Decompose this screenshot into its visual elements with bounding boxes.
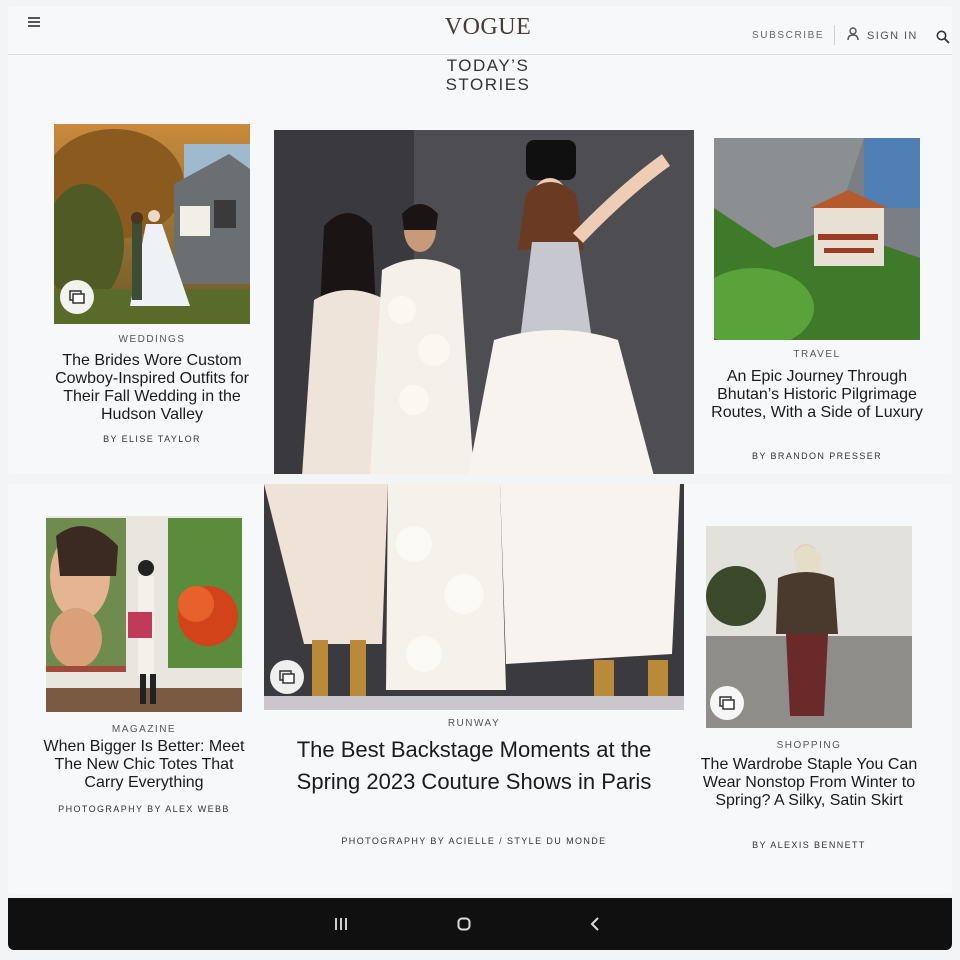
travel-category[interactable]: TRAVEL — [714, 349, 920, 360]
travel-photo — [714, 138, 920, 340]
shopping-category[interactable]: SHOPPING — [706, 740, 912, 751]
header-rule — [8, 54, 952, 55]
device-frame: VOGUE SUBSCRIBE SIGN IN TODAY’S STORIES — [0, 0, 960, 960]
recents-button[interactable] — [326, 916, 356, 932]
section-title-line2: STORIES — [445, 75, 531, 94]
header-divider — [834, 25, 835, 45]
weddings-byline: BY ELISE TAYLOR — [103, 434, 201, 444]
magazine-photo — [46, 516, 242, 712]
runway-story-image[interactable] — [264, 484, 684, 710]
magazine-byline: PHOTOGRAPHY BY ALEX WEBB — [58, 804, 230, 814]
subscribe-link[interactable]: SUBSCRIBE — [752, 30, 824, 41]
runway-headline[interactable]: The Best Backstage Moments at the Spring… — [270, 734, 678, 798]
runway-photo-bottom — [264, 484, 684, 710]
weddings-category[interactable]: WEDDINGS — [54, 334, 250, 345]
magazine-headline[interactable]: When Bigger Is Better: Meet The New Chic… — [38, 738, 250, 792]
gallery-icon — [69, 290, 85, 304]
back-icon — [590, 917, 599, 931]
home-button[interactable] — [449, 916, 479, 932]
home-icon — [457, 917, 471, 931]
shopping-byline: BY ALEXIS BENNETT — [752, 840, 866, 850]
hamburger-icon[interactable] — [28, 17, 40, 27]
bottom-screen: MAGAZINE When Bigger Is Better: Meet The… — [8, 484, 952, 894]
shopping-headline[interactable]: The Wardrobe Staple You Can Wear Nonstop… — [698, 756, 920, 810]
shopping-story-image[interactable] — [706, 526, 912, 728]
section-title: TODAY’S STORIES — [428, 56, 548, 94]
search-icon[interactable] — [936, 30, 950, 44]
runway-photo-top — [274, 130, 694, 474]
travel-story-image[interactable] — [714, 138, 920, 340]
travel-headline[interactable]: An Epic Journey Through Bhutan’s Histori… — [706, 368, 928, 422]
runway-story-image-top[interactable] — [274, 130, 694, 474]
sign-in-link[interactable]: SIGN IN — [867, 30, 918, 42]
system-nav-bar — [8, 898, 952, 950]
recents-icon — [335, 918, 347, 930]
top-screen: VOGUE SUBSCRIBE SIGN IN TODAY’S STORIES — [8, 6, 952, 474]
weddings-story-image[interactable] — [54, 124, 250, 324]
magazine-category[interactable]: MAGAZINE — [46, 724, 242, 735]
weddings-headline[interactable]: The Brides Wore Custom Cowboy-Inspired O… — [54, 352, 250, 424]
section-title-line1: TODAY’S — [446, 56, 530, 75]
gallery-icon — [719, 696, 735, 710]
shopping-gallery-badge[interactable] — [710, 686, 744, 720]
runway-gallery-badge[interactable] — [270, 660, 304, 694]
magazine-story-image[interactable] — [46, 516, 242, 712]
travel-byline: BY BRANDON PRESSER — [751, 451, 883, 461]
runway-byline: PHOTOGRAPHY BY ACIELLE / STYLE DU MONDE — [341, 836, 607, 846]
runway-category[interactable]: RUNWAY — [264, 718, 684, 729]
back-button[interactable] — [580, 916, 610, 932]
user-icon[interactable] — [847, 27, 859, 41]
weddings-gallery-badge[interactable] — [60, 280, 94, 314]
vogue-logo[interactable]: VOGUE — [438, 14, 538, 41]
gallery-icon — [279, 670, 295, 684]
